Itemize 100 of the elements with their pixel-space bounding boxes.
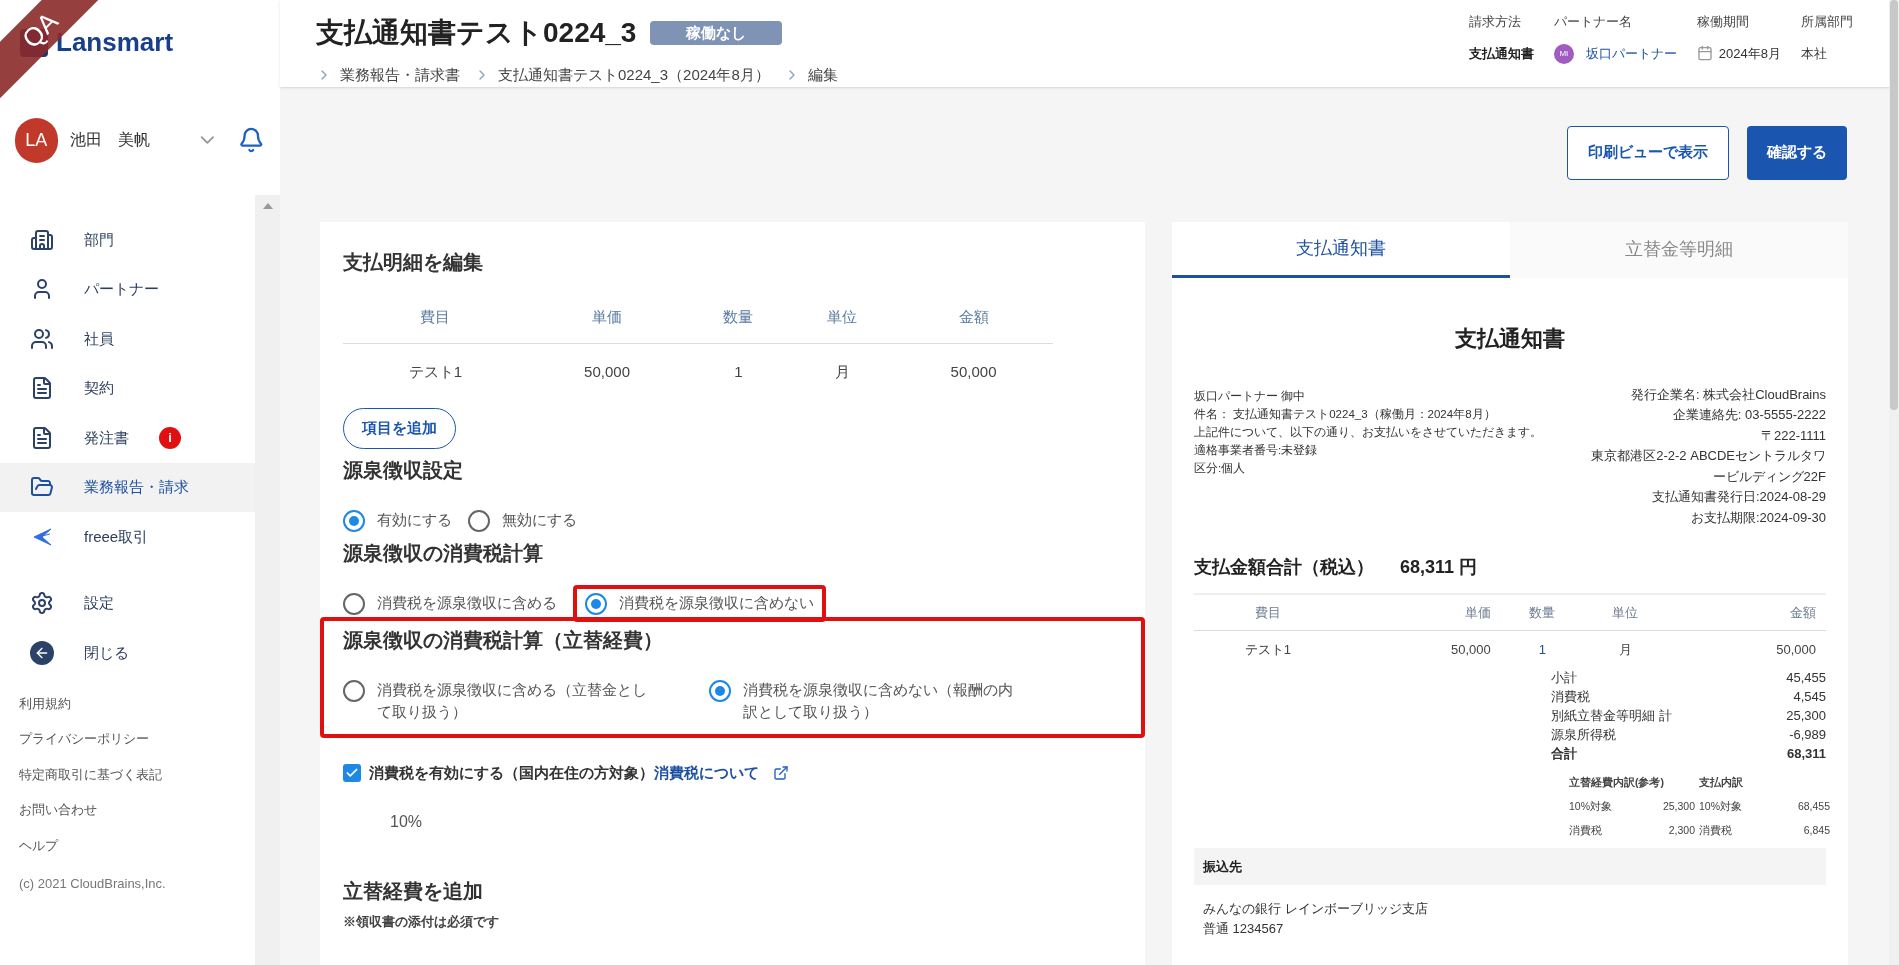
breakdown-header: 立替経費内訳(参考) bbox=[1569, 775, 1665, 790]
summary-label: 別紙立替金等明細 計 bbox=[1551, 707, 1672, 725]
meta-value[interactable]: 坂口パートナー bbox=[1585, 43, 1677, 64]
section-title: 支払明細を編集 bbox=[343, 249, 484, 275]
issuer-line: ービルディング22F bbox=[1712, 467, 1826, 486]
table-cell: 50,000 bbox=[894, 343, 1053, 400]
document-line: 適格事業者番号:未登録 bbox=[1194, 442, 1319, 458]
breakdown-header: 支払内訳 bbox=[1699, 775, 1744, 790]
meta-value: 支払通知書 bbox=[1468, 44, 1534, 63]
breakdown-cell-text: 25,300 bbox=[1661, 798, 1695, 814]
table-cell: 月 bbox=[1583, 630, 1667, 668]
meta-label: 請求方法 bbox=[1468, 13, 1522, 31]
settings-icon bbox=[30, 591, 54, 616]
table-cell: 50,000 bbox=[527, 343, 687, 400]
issuer-line: 発行企業名: 株式会社CloudBrains bbox=[1630, 385, 1826, 404]
issuer-line: 企業連絡先: 03-5555-2222 bbox=[1672, 406, 1826, 424]
document-title: 支払通知書 bbox=[1454, 324, 1566, 353]
summary-label: 消費税 bbox=[1551, 688, 1590, 706]
building-icon bbox=[30, 227, 54, 252]
footer-link[interactable]: ヘルプ bbox=[19, 835, 255, 855]
nav-item[interactable]: 設定 bbox=[0, 578, 255, 628]
nav-item[interactable]: 契約 bbox=[0, 363, 255, 413]
radio-option[interactable]: 無効にする bbox=[468, 508, 577, 532]
column-header: 費目 bbox=[343, 291, 528, 344]
nav-item[interactable]: パートナー bbox=[0, 264, 255, 314]
print-view-button[interactable]: 印刷ビューで表示 bbox=[1567, 125, 1729, 180]
user-avatar: LA bbox=[15, 117, 58, 163]
back-icon bbox=[30, 640, 54, 665]
document-line: 件名： 支払通知書テスト0224_3（稼働月：2024年8月） bbox=[1194, 406, 1497, 422]
breakdown-cell-text: 6,845 bbox=[1802, 822, 1830, 838]
section-title: 源泉徴収設定 bbox=[343, 457, 464, 483]
nav-item[interactable]: 発注書 i bbox=[0, 413, 255, 463]
radio-button[interactable] bbox=[468, 509, 490, 532]
document-icon bbox=[30, 425, 54, 450]
people-icon bbox=[30, 326, 54, 351]
bank-line: 普通 1234567 bbox=[1203, 920, 1285, 939]
radio-button[interactable] bbox=[343, 679, 365, 702]
preview-tab[interactable]: 支払通知書 bbox=[1172, 221, 1510, 278]
section-title: 源泉徴収の消費税計算（立替経費） bbox=[343, 627, 664, 653]
meta-value: 2024年8月 bbox=[1718, 44, 1781, 63]
status-tag: 稼働なし bbox=[650, 20, 783, 46]
breakdown-cell-text: 2,300 bbox=[1667, 822, 1695, 838]
document-line: 坂口パートナー 御中 bbox=[1194, 388, 1307, 404]
document-line: 区分:個人 bbox=[1194, 460, 1247, 476]
issuer-line: 〒222-1111 bbox=[1760, 426, 1826, 445]
column-header: 数量 bbox=[1500, 595, 1584, 630]
column-header: 単位 bbox=[790, 291, 895, 344]
meta-label: パートナー名 bbox=[1553, 13, 1633, 31]
summary-value: 4,545 bbox=[1793, 688, 1826, 706]
summary-label: 合計 bbox=[1551, 745, 1577, 763]
note: ※領収書の添付は必須です bbox=[343, 913, 500, 931]
radio-button[interactable] bbox=[709, 679, 731, 702]
nav-item[interactable]: freee取引 bbox=[0, 512, 255, 562]
preview-tab[interactable]: 立替金等明細 bbox=[1510, 221, 1848, 278]
scrollbar[interactable] bbox=[255, 195, 280, 965]
footer-link[interactable]: プライバシーポリシー bbox=[19, 729, 255, 749]
radio-button[interactable] bbox=[585, 592, 607, 615]
radio-button[interactable] bbox=[343, 509, 365, 532]
column-header: 数量 bbox=[686, 291, 791, 344]
summary-value: -6,989 bbox=[1789, 726, 1826, 744]
breadcrumb[interactable]: 業務報告・請求書 bbox=[340, 64, 460, 87]
copyright: (c) 2021 CloudBrains,Inc. bbox=[19, 875, 167, 893]
column-header: 単位 bbox=[1583, 595, 1667, 630]
checkbox[interactable] bbox=[343, 763, 361, 782]
section-title: 源泉徴収の消費税計算 bbox=[343, 540, 544, 566]
bank-header: 振込先 bbox=[1194, 848, 1826, 886]
meta-label: 所属部門 bbox=[1801, 13, 1853, 31]
radio-option[interactable]: 消費税を源泉徴収に含めない bbox=[585, 591, 814, 615]
calendar-icon bbox=[1696, 45, 1713, 62]
document-icon bbox=[30, 376, 54, 401]
radio-option[interactable]: 消費税を源泉徴収に含めない（報酬の内訳として取り扱う） bbox=[709, 678, 1019, 724]
breadcrumb: 編集 bbox=[807, 65, 838, 85]
logo: Lansmart bbox=[56, 27, 174, 59]
breakdown-cell-text: 10%対象 bbox=[1699, 798, 1743, 814]
section-title: 立替経費を追加 bbox=[343, 879, 484, 904]
nav-item[interactable]: 部門 bbox=[0, 215, 255, 265]
nav-item[interactable]: 閉じる bbox=[0, 628, 255, 678]
table-cell: 月 bbox=[790, 343, 895, 400]
nav-item[interactable]: 社員 bbox=[0, 314, 255, 364]
confirm-button[interactable]: 確認する bbox=[1747, 125, 1847, 180]
tax-info-link[interactable]: 消費税について bbox=[654, 761, 759, 784]
summary-value: 25,300 bbox=[1786, 707, 1826, 725]
breadcrumb[interactable]: 支払通知書テスト0224_3（2024年8月） bbox=[498, 64, 770, 87]
radio-button[interactable] bbox=[343, 592, 365, 615]
scrollbar[interactable] bbox=[1889, 0, 1899, 965]
footer-link[interactable]: 特定商取引に基づく表記 bbox=[19, 764, 255, 784]
footer-link[interactable]: 利用規約 bbox=[19, 693, 255, 713]
radio-option[interactable]: 消費税を源泉徴収に含める bbox=[343, 591, 557, 615]
alert-badge: i bbox=[159, 426, 181, 449]
page-title: 支払通知書テスト0224_3 bbox=[316, 16, 637, 50]
radio-option[interactable]: 消費税を源泉徴収に含める（立替金として取り扱う） bbox=[343, 678, 653, 724]
checkbox-label: 消費税を有効にする（国内在住の方対象） bbox=[369, 762, 654, 783]
radio-option[interactable]: 有効にする bbox=[343, 508, 452, 532]
footer-link[interactable]: お問い合わせ bbox=[19, 800, 255, 820]
breakdown-cell-text: 消費税 bbox=[1699, 822, 1733, 838]
nav-item[interactable]: 業務報告・請求 bbox=[0, 462, 255, 512]
table-cell: 50,000 bbox=[1341, 630, 1501, 668]
external-link-icon[interactable] bbox=[773, 764, 789, 781]
column-header: 単価 bbox=[1341, 595, 1501, 630]
bell-icon[interactable] bbox=[238, 126, 265, 154]
